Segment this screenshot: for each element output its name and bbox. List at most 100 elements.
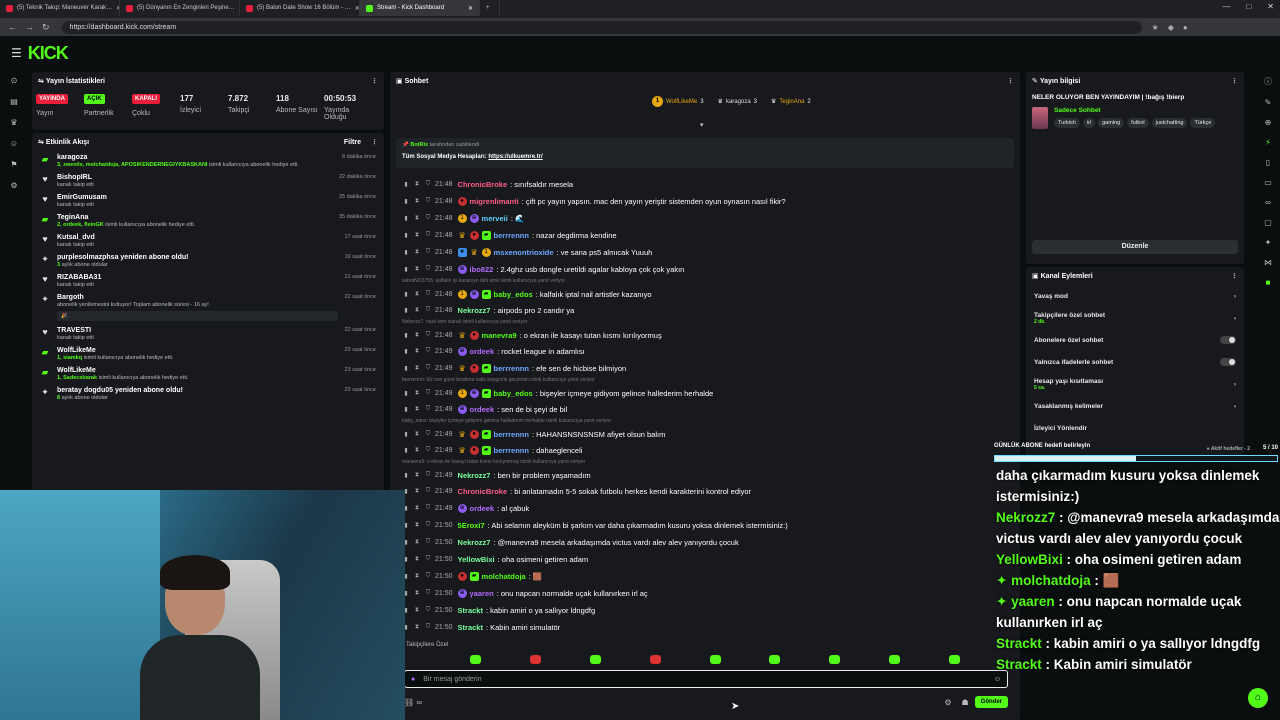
shield-icon[interactable]: ⛉	[424, 348, 432, 355]
emote-icon[interactable]	[589, 655, 601, 664]
chat-username[interactable]: ordeek	[470, 504, 495, 513]
mic-icon[interactable]: ●	[411, 676, 415, 683]
gear-icon[interactable]: ⚙	[944, 698, 951, 707]
edit-button[interactable]: Düzenle	[1032, 240, 1238, 254]
emote-icon[interactable]	[529, 655, 541, 664]
shield-icon[interactable]: ⛉	[424, 556, 432, 563]
pin-icon[interactable]: ▮	[402, 291, 410, 298]
hourglass-icon[interactable]: ⧗	[413, 198, 421, 205]
shield-icon[interactable]: ⛉	[424, 198, 432, 205]
activity-name[interactable]: TRAVESTI	[57, 327, 338, 334]
chevron-right-icon[interactable]: ›	[1234, 381, 1236, 388]
chat-username[interactable]: berrrennn	[494, 446, 529, 455]
stream-tag[interactable]: gaming	[1098, 118, 1125, 128]
chat-username[interactable]: merveii	[482, 214, 508, 223]
chat-username[interactable]: Strackt	[458, 623, 483, 632]
activity-name[interactable]: purplesolmazphsa yeniden abone oldu!	[57, 254, 338, 261]
gift-icon[interactable]: ☗	[961, 698, 968, 707]
activity-name[interactable]: beratay dogdu05 yeniden abone oldu!	[57, 387, 338, 394]
leader-name[interactable]: karagoza	[726, 99, 751, 105]
shield-icon[interactable]: ⛉	[424, 215, 432, 222]
minimize-icon[interactable]: —	[1222, 2, 1230, 11]
activity-name[interactable]: BishopIRL	[57, 174, 332, 181]
chat-username[interactable]: berrrennn	[494, 364, 529, 373]
emote-icon[interactable]	[470, 655, 481, 664]
expand-leaders-icon[interactable]: ▾	[700, 121, 704, 129]
chat-username[interactable]: ordeek	[470, 347, 495, 356]
edit-icon[interactable]: ✎	[1265, 98, 1272, 107]
chat-username[interactable]: yaaren	[470, 589, 494, 598]
chevron-right-icon[interactable]: ›	[1234, 293, 1236, 300]
more-icon[interactable]: ⋮	[1231, 272, 1238, 280]
hourglass-icon[interactable]: ⧗	[413, 365, 421, 372]
target-icon[interactable]: ⊕	[1265, 118, 1272, 127]
shield-icon[interactable]: ⛉	[424, 365, 432, 372]
shield-icon[interactable]: ⛉	[424, 249, 432, 256]
link-icon[interactable]: ∞	[1265, 198, 1271, 207]
activity-name[interactable]: EmirGumusam	[57, 194, 332, 201]
shield-icon[interactable]: ⛉	[424, 332, 432, 339]
pin-icon[interactable]: ▮	[402, 181, 410, 188]
shield-icon[interactable]: ⛉	[424, 624, 432, 631]
chat-username[interactable]: msxenontrioxide	[494, 248, 554, 257]
fab-icon[interactable]: ⌂	[1248, 688, 1268, 708]
chat-username[interactable]: migrenlimanti	[470, 197, 519, 206]
channel-action[interactable]: Yalnızca ifadelerle sohbet	[1026, 351, 1244, 373]
emote-icon[interactable]	[889, 655, 901, 664]
back-icon[interactable]: ←	[8, 22, 17, 32]
pin-icon[interactable]: ▮	[402, 249, 410, 256]
channel-action[interactable]: İzleyici Yönlendir	[1026, 417, 1244, 439]
more-icon[interactable]: ⋮	[371, 138, 378, 146]
library-icon[interactable]: ▤	[10, 97, 18, 106]
pinned-link[interactable]: https://ulkuemre.tr/	[488, 154, 542, 160]
emote-icon[interactable]	[949, 655, 960, 664]
shield-icon[interactable]: ⛉	[424, 607, 432, 614]
chevron-right-icon[interactable]: ›	[1234, 403, 1236, 410]
chat-username[interactable]: ChronicBroke	[458, 180, 508, 189]
hourglass-icon[interactable]: ⧗	[413, 307, 421, 314]
toggle-switch[interactable]	[1220, 336, 1236, 344]
hourglass-icon[interactable]: ⧗	[413, 607, 421, 614]
hourglass-icon[interactable]: ⧗	[413, 522, 421, 529]
more-icon[interactable]: ⋮	[371, 77, 378, 85]
pin-icon[interactable]: ▮	[402, 307, 410, 314]
file-icon[interactable]: ▯	[1266, 158, 1270, 167]
chat-bubble-icon[interactable]: ▭	[1264, 178, 1272, 187]
hourglass-icon[interactable]: ⧗	[413, 431, 421, 438]
pin-icon[interactable]: ▮	[402, 406, 410, 413]
pin-icon[interactable]: ▮	[402, 365, 410, 372]
stream-tag[interactable]: Turkish	[1054, 118, 1080, 128]
leader-name[interactable]: WolfLikeMe	[666, 99, 697, 105]
link-chain-icon[interactable]: ⛓ ∞	[404, 698, 422, 707]
chat-username[interactable]: baby_edos	[494, 290, 533, 299]
shield-icon[interactable]: ⛉	[424, 390, 432, 397]
activity-name[interactable]: karagoza	[57, 154, 335, 161]
pin-icon[interactable]: ▮	[402, 332, 410, 339]
shield-icon[interactable]: ⛉	[424, 573, 432, 580]
hourglass-icon[interactable]: ⧗	[413, 590, 421, 597]
browser-tab[interactable]: (5) Balon Date Show 16 Bölüm - … ✕	[240, 0, 360, 16]
channel-action[interactable]: Abonelere özel sohbet	[1026, 329, 1244, 351]
maximize-icon[interactable]: □	[1246, 2, 1251, 11]
kick-logo[interactable]: KICK	[28, 43, 69, 64]
more-icon[interactable]: ⋮	[1231, 77, 1238, 85]
activity-name[interactable]: RIZABABA31	[57, 274, 338, 281]
close-icon[interactable]: ✕	[464, 5, 473, 12]
shield-icon[interactable]: ⛉	[424, 181, 432, 188]
trophy-icon[interactable]: ♛	[10, 118, 17, 127]
share-icon[interactable]: ⋈	[1264, 258, 1272, 267]
pin-icon[interactable]: ▮	[402, 431, 410, 438]
chat-username[interactable]: YellowBixi	[458, 555, 495, 564]
settings-icon[interactable]: ⚙	[10, 181, 17, 190]
chat-input[interactable]: ● Bir mesaj gönderin ☺	[404, 670, 1008, 688]
chat-username[interactable]: Nekrozz7	[458, 471, 491, 480]
pin-icon[interactable]: ▮	[402, 390, 410, 397]
stream-tag[interactable]: futbol	[1127, 118, 1149, 128]
hourglass-icon[interactable]: ⧗	[413, 232, 421, 239]
pin-icon[interactable]: ▮	[402, 198, 410, 205]
shield-icon[interactable]: ⛉	[424, 590, 432, 597]
shield-icon[interactable]: ⛉	[424, 447, 432, 454]
stream-icon[interactable]: ⊙	[11, 76, 18, 85]
chat-username[interactable]: 5Eroxi7	[458, 521, 485, 530]
hourglass-icon[interactable]: ⧗	[413, 291, 421, 298]
